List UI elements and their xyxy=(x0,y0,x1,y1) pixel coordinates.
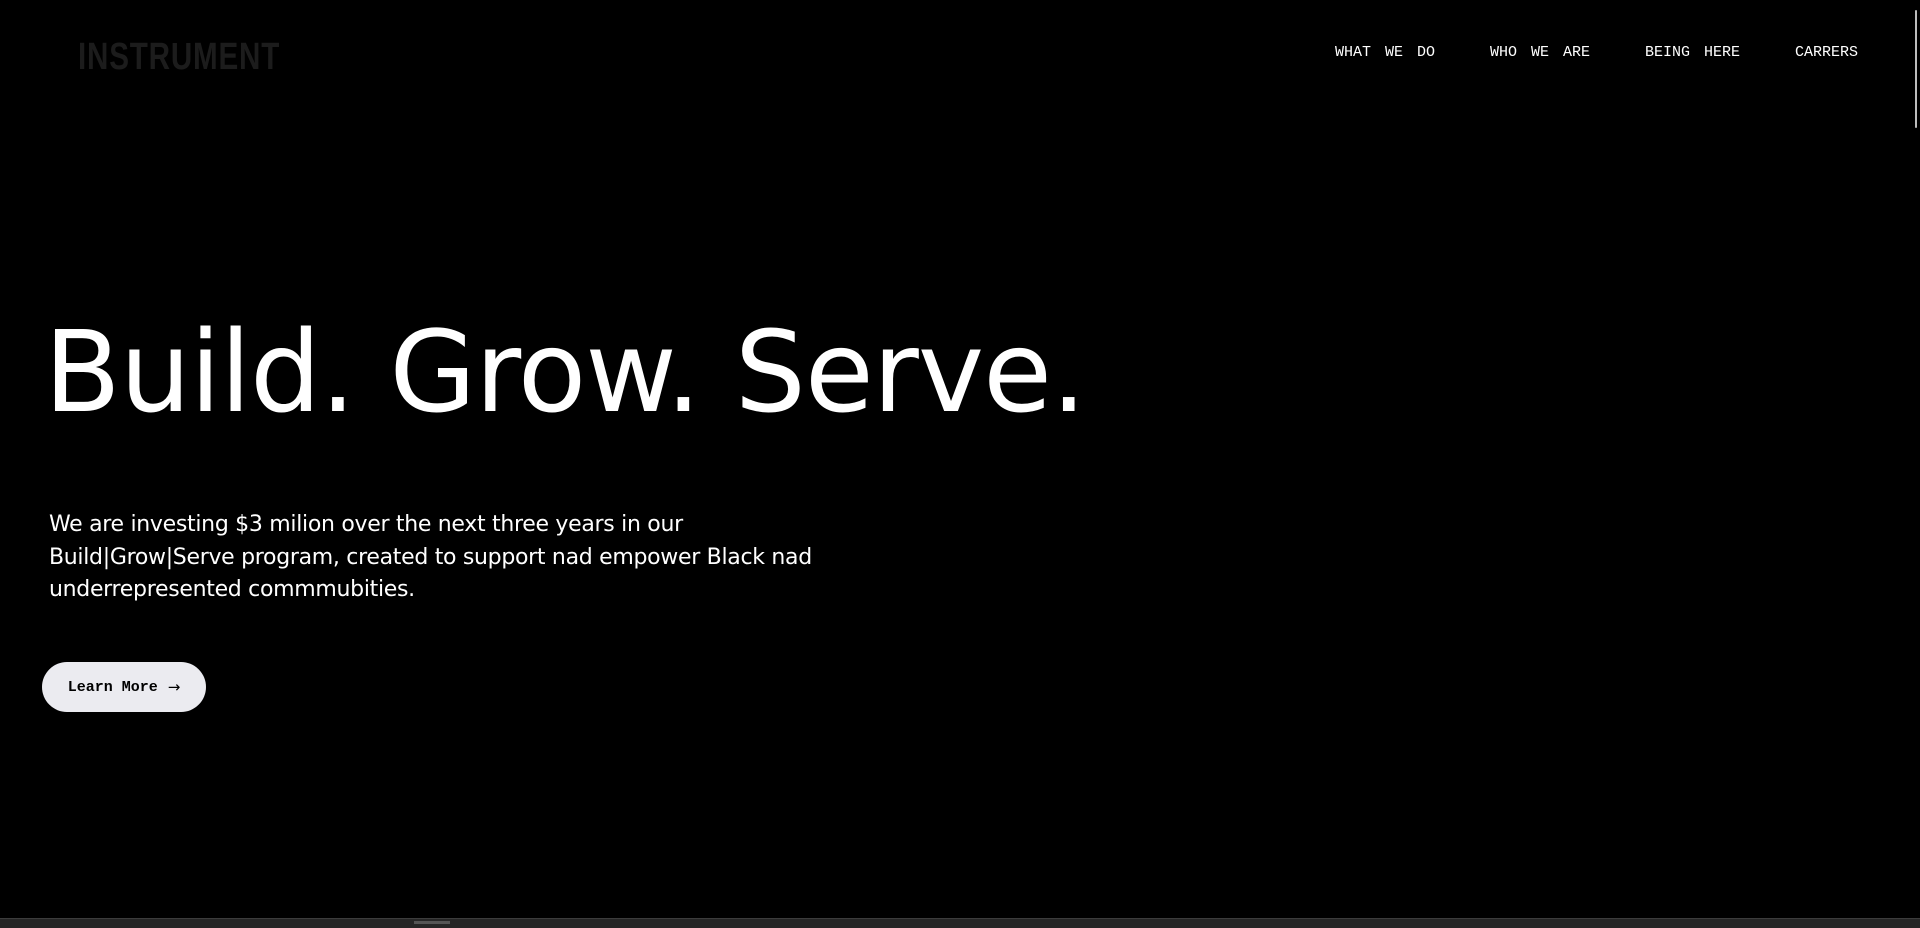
nav-item-careers[interactable]: CARRERS xyxy=(1795,44,1858,61)
hero-description: We are investing $3 milion over the next… xyxy=(49,509,829,607)
hero-description-line: Build|Grow|Serve program, created to sup… xyxy=(49,544,812,570)
arrow-right-icon: → xyxy=(167,678,181,696)
horizontal-scrollbar[interactable] xyxy=(0,918,1920,928)
hero-description-line: We are investing $3 milion over the next… xyxy=(49,512,683,537)
nav-item-being-here[interactable]: BEING HERE xyxy=(1645,44,1740,61)
logo[interactable]: INSTRUMENT xyxy=(78,36,280,79)
learn-more-button[interactable]: Learn More → xyxy=(42,662,206,712)
vertical-scrollbar[interactable] xyxy=(1912,0,1920,918)
nav-item-what-we-do[interactable]: WHAT WE DO xyxy=(1335,44,1435,61)
hero-title: Build. Grow. Serve. xyxy=(44,308,1087,438)
horizontal-scrollbar-thumb[interactable] xyxy=(414,921,450,924)
hero-description-line: underrepresented commmubities. xyxy=(49,577,415,602)
page: INSTRUMENT WHAT WE DO WHO WE ARE BEING H… xyxy=(0,0,1912,918)
main-nav: WHAT WE DO WHO WE ARE BEING HERE CARRERS xyxy=(1335,44,1858,61)
nav-item-who-we-are[interactable]: WHO WE ARE xyxy=(1490,44,1590,61)
vertical-scrollbar-thumb[interactable] xyxy=(1915,10,1917,128)
learn-more-label: Learn More xyxy=(67,678,158,696)
